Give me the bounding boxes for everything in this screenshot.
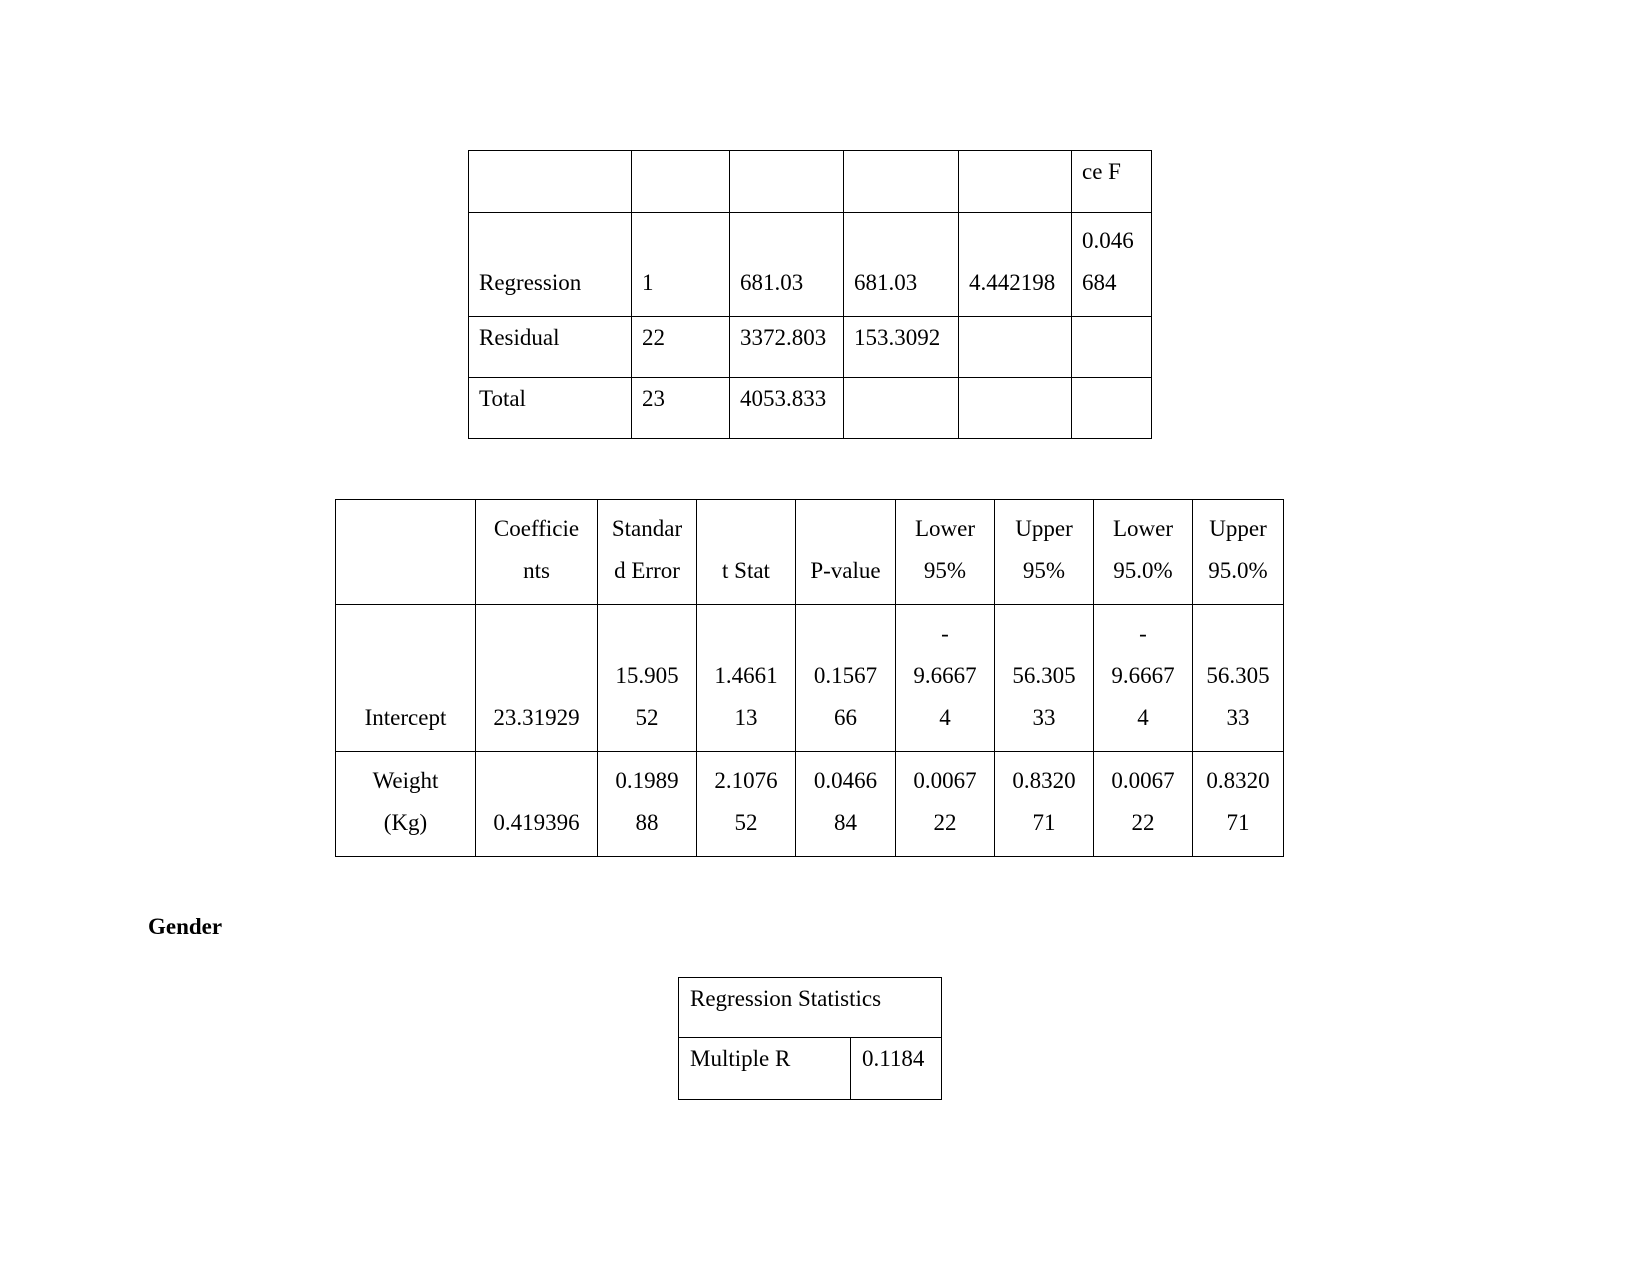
table-cell: 15.905 52 xyxy=(597,604,697,752)
table-cell: 153.3092 xyxy=(843,316,959,378)
table-header-cell: Coefficie nts xyxy=(475,499,598,605)
table-row: Residual 22 3372.803 153.3092 xyxy=(468,316,1152,378)
table-cell: 23 xyxy=(631,377,730,439)
table-cell: 0.1989 88 xyxy=(597,751,697,857)
table-cell: 0.0466 84 xyxy=(795,751,896,857)
table-cell: Regression xyxy=(468,212,632,317)
table-header-row: Coefficie nts Standar d Error t Stat P-valu… xyxy=(335,499,1284,605)
table-cell: 3372.803 xyxy=(729,316,844,378)
table-cell: 0.8320 71 xyxy=(1192,751,1284,857)
table-header-cell: Upper 95.0% xyxy=(1192,499,1284,605)
regression-statistics-table: Regression Statistics Multiple R 0.1184 xyxy=(678,977,942,1100)
table-header-cell: Upper 95% xyxy=(994,499,1094,605)
anova-table: ce F Regression 1 681.03 681.03 4.442198 0.046… xyxy=(468,150,1152,439)
table-cell: 56.305 33 xyxy=(994,604,1094,752)
table-cell xyxy=(958,316,1072,378)
table-header-cell xyxy=(958,150,1072,213)
table-header-cell: P-value xyxy=(795,499,896,605)
table-row: Weight (Kg) 0.419396 0.1989 88 2.1076 52 0.0… xyxy=(335,751,1284,857)
table-cell xyxy=(958,377,1072,439)
table-cell: 2.1076 52 xyxy=(696,751,796,857)
table-cell: Total xyxy=(468,377,632,439)
table-header-cell xyxy=(468,150,632,213)
table-cell: 681.03 xyxy=(843,212,959,317)
table-cell: Weight (Kg) xyxy=(335,751,476,857)
table-header-cell xyxy=(843,150,959,213)
table-header-cell: Regression Statistics xyxy=(678,977,942,1038)
table-cell: Residual xyxy=(468,316,632,378)
table-cell xyxy=(1071,377,1152,439)
table-cell: 0.8320 71 xyxy=(994,751,1094,857)
table-cell: 0.1184 xyxy=(850,1037,942,1100)
table-cell: 681.03 xyxy=(729,212,844,317)
table-header-cell: ce F xyxy=(1071,150,1152,213)
table-row: Intercept 23.31929 15.905 52 1.4661 13 0.156… xyxy=(335,604,1284,752)
table-cell: Multiple R xyxy=(678,1037,851,1100)
table-row: Multiple R 0.1184 xyxy=(678,1037,942,1100)
section-heading-gender: Gender xyxy=(148,914,223,939)
table-cell: Intercept xyxy=(335,604,476,752)
table-header-cell: t Stat xyxy=(696,499,796,605)
table-header-cell xyxy=(631,150,730,213)
table-row: Regression Statistics xyxy=(678,977,942,1038)
table-cell: - 9.6667 4 xyxy=(895,604,995,752)
coefficients-table: Coefficie nts Standar d Error t Stat P-valu… xyxy=(335,499,1284,857)
table-header-cell xyxy=(335,499,476,605)
table-cell: 0.046 684 xyxy=(1071,212,1152,317)
table-cell: 23.31929 xyxy=(475,604,598,752)
table-cell: 0.0067 22 xyxy=(1093,751,1193,857)
table-row: Regression 1 681.03 681.03 4.442198 0.046 684 xyxy=(468,212,1152,317)
table-header-cell xyxy=(729,150,844,213)
table-cell: 0.419396 xyxy=(475,751,598,857)
table-header-cell: Lower 95.0% xyxy=(1093,499,1193,605)
table-cell xyxy=(843,377,959,439)
table-cell: 0.0067 22 xyxy=(895,751,995,857)
table-row: Total 23 4053.833 xyxy=(468,377,1152,439)
table-header-cell: Standar d Error xyxy=(597,499,697,605)
table-header-cell: Lower 95% xyxy=(895,499,995,605)
table-cell: 0.1567 66 xyxy=(795,604,896,752)
table-cell: 1 xyxy=(631,212,730,317)
table-cell: 1.4661 13 xyxy=(696,604,796,752)
table-cell: 4053.833 xyxy=(729,377,844,439)
table-header-row: ce F xyxy=(468,150,1152,213)
table-cell: 56.305 33 xyxy=(1192,604,1284,752)
table-cell: 4.442198 xyxy=(958,212,1072,317)
table-cell: - 9.6667 4 xyxy=(1093,604,1193,752)
table-cell xyxy=(1071,316,1152,378)
table-cell: 22 xyxy=(631,316,730,378)
